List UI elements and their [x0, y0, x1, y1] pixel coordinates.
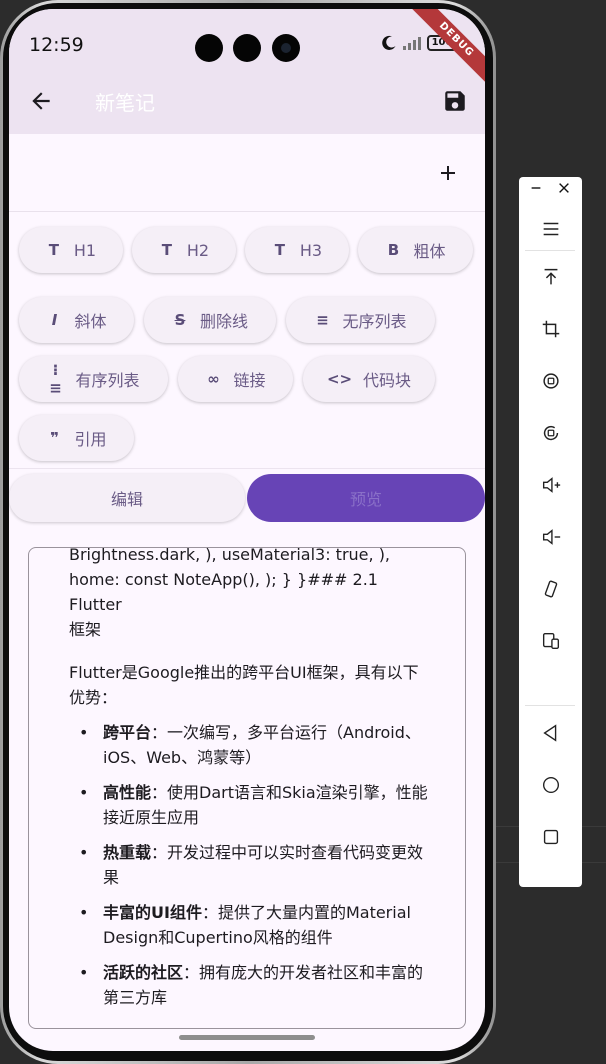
moon-icon: [382, 35, 396, 50]
minimize-icon: [531, 187, 541, 189]
nav-recents-button[interactable]: [531, 819, 571, 855]
chip-h2[interactable]: T H2: [132, 227, 236, 273]
square-recents-icon: [543, 829, 559, 845]
divider: [525, 705, 575, 706]
chip-h1[interactable]: T H1: [19, 227, 123, 273]
numbered-list-icon: ⁝≡: [49, 361, 62, 397]
rotate-device-icon: [544, 580, 558, 598]
bulleted-list-icon: ≡: [316, 311, 329, 329]
chip-label: 代码块: [362, 371, 411, 390]
rotate-device-button[interactable]: [531, 571, 571, 607]
desktop-stage: 12:59 100 DEBUG 新笔记 T H1 T H2 T H3 B 粗体 …: [0, 0, 606, 1064]
chip-quote[interactable]: ❞ 引用: [19, 415, 134, 461]
home-indicator[interactable]: [179, 1035, 315, 1040]
save-button[interactable]: [439, 85, 471, 117]
divider: [9, 468, 485, 469]
plus-icon: [441, 166, 455, 180]
volume-up-button[interactable]: [531, 467, 571, 503]
code-icon: <>: [326, 370, 353, 388]
emulator-toolbar: [519, 177, 582, 887]
chip-label: 粗体: [413, 242, 446, 261]
strikethrough-icon: S: [174, 311, 186, 329]
back-button[interactable]: [25, 85, 57, 117]
camera-icon: [272, 34, 300, 62]
screenshot-button[interactable]: [531, 311, 571, 347]
list-item: 高性能：使用Dart语言和Skia渲染引擎，性能接近原生应用: [69, 780, 429, 830]
save-icon: [445, 91, 465, 111]
chip-label: 引用: [74, 430, 107, 449]
preview-paragraph: Flutter是Google推出的跨平台UI框架，具有以下优势：: [69, 663, 419, 707]
arrow-left-icon: [32, 92, 50, 110]
preview-content: Brightness.dark, ), useMaterial3: true, …: [69, 548, 429, 1020]
italic-icon: I: [51, 311, 58, 329]
triangle-back-icon: [543, 724, 557, 742]
rotate-left-button[interactable]: [531, 363, 571, 399]
devices-icon: [542, 632, 560, 650]
minimize-button[interactable]: [521, 173, 551, 203]
chip-bold[interactable]: B 粗体: [358, 227, 473, 273]
markdown-preview[interactable]: Brightness.dark, ), useMaterial3: true, …: [28, 547, 466, 1029]
list-item: 活跃的社区：拥有庞大的开发者社区和丰富的第三方库: [69, 960, 429, 1010]
rotate-icon: [543, 373, 559, 389]
chip-label: H1: [73, 240, 97, 260]
menu-button[interactable]: [531, 211, 571, 247]
close-icon: [559, 183, 569, 193]
add-button[interactable]: [431, 156, 465, 190]
link-icon: ∞: [207, 370, 220, 388]
camera-icon: [233, 34, 261, 62]
note-title-row: [9, 134, 485, 212]
volume-down-icon: [542, 529, 561, 545]
volume-down-button[interactable]: [531, 519, 571, 555]
chip-numbered-list[interactable]: ⁝≡ 有序列表: [19, 356, 168, 402]
chip-code-block[interactable]: <> 代码块: [303, 356, 435, 402]
chip-h3[interactable]: T H3: [245, 227, 349, 273]
nav-back-button[interactable]: [531, 715, 571, 751]
divider: [525, 250, 575, 251]
chip-bulleted-list[interactable]: ≡ 无序列表: [286, 297, 435, 343]
volume-up-icon: [542, 477, 561, 493]
quote-icon: ❞: [50, 429, 59, 447]
list-item: 丰富的UI组件：提供了大量内置的Material Design和Cupertin…: [69, 900, 429, 950]
chip-label: 有序列表: [75, 371, 140, 390]
bold-icon: B: [387, 241, 400, 259]
text-icon: T: [161, 241, 172, 259]
page-title: 新笔记: [95, 91, 155, 115]
chip-label: 链接: [233, 371, 266, 390]
nav-home-button[interactable]: [531, 767, 571, 803]
phone-screen: 12:59 100 DEBUG 新笔记 T H1 T H2 T H3 B 粗体 …: [9, 9, 485, 1051]
text-icon: T: [48, 241, 59, 259]
preview-bullet-list: 跨平台：一次编写，多平台运行（Android、iOS、Web、鸿蒙等） 高性能：…: [69, 720, 429, 1010]
camera-icon: [195, 34, 223, 62]
chip-label: 删除线: [199, 312, 248, 331]
chip-label: 无序列表: [342, 312, 407, 331]
tab-edit[interactable]: 编辑: [9, 474, 245, 522]
status-time: 12:59: [29, 34, 84, 56]
list-item: 跨平台：一次编写，多平台运行（Android、iOS、Web、鸿蒙等）: [69, 720, 429, 770]
crop-icon: [542, 320, 560, 338]
chip-italic[interactable]: I 斜体: [19, 297, 134, 343]
preview-code-line: Brightness.dark, ), useMaterial3: true, …: [69, 547, 391, 564]
pin-top-button[interactable]: [531, 259, 571, 295]
rotate-right-button[interactable]: [531, 415, 571, 451]
chip-label: 斜体: [74, 312, 107, 331]
circle-home-icon: [542, 776, 560, 794]
signal-icon: [403, 36, 421, 50]
note-title-input[interactable]: [23, 148, 403, 198]
app-header: 12:59 100 DEBUG 新笔记: [9, 9, 485, 134]
text-icon: T: [274, 241, 285, 259]
chip-label: H3: [299, 240, 323, 260]
chip-strikethrough[interactable]: S 删除线: [144, 297, 276, 343]
chip-link[interactable]: ∞ 链接: [178, 356, 293, 402]
preview-code-line: home: const NoteApp(), ); } }### 2.1 Flu…: [69, 570, 378, 614]
pin-top-icon: [544, 268, 558, 285]
tab-preview[interactable]: 预览: [247, 474, 485, 522]
preview-code-line: 框架: [69, 620, 102, 639]
rotate-icon: [543, 425, 559, 441]
list-item: 热重载：开发过程中可以实时查看代码变更效果: [69, 840, 429, 890]
multi-device-button[interactable]: [531, 623, 571, 659]
close-button[interactable]: [549, 173, 579, 203]
chip-label: H2: [186, 240, 210, 260]
menu-icon: [543, 222, 559, 236]
